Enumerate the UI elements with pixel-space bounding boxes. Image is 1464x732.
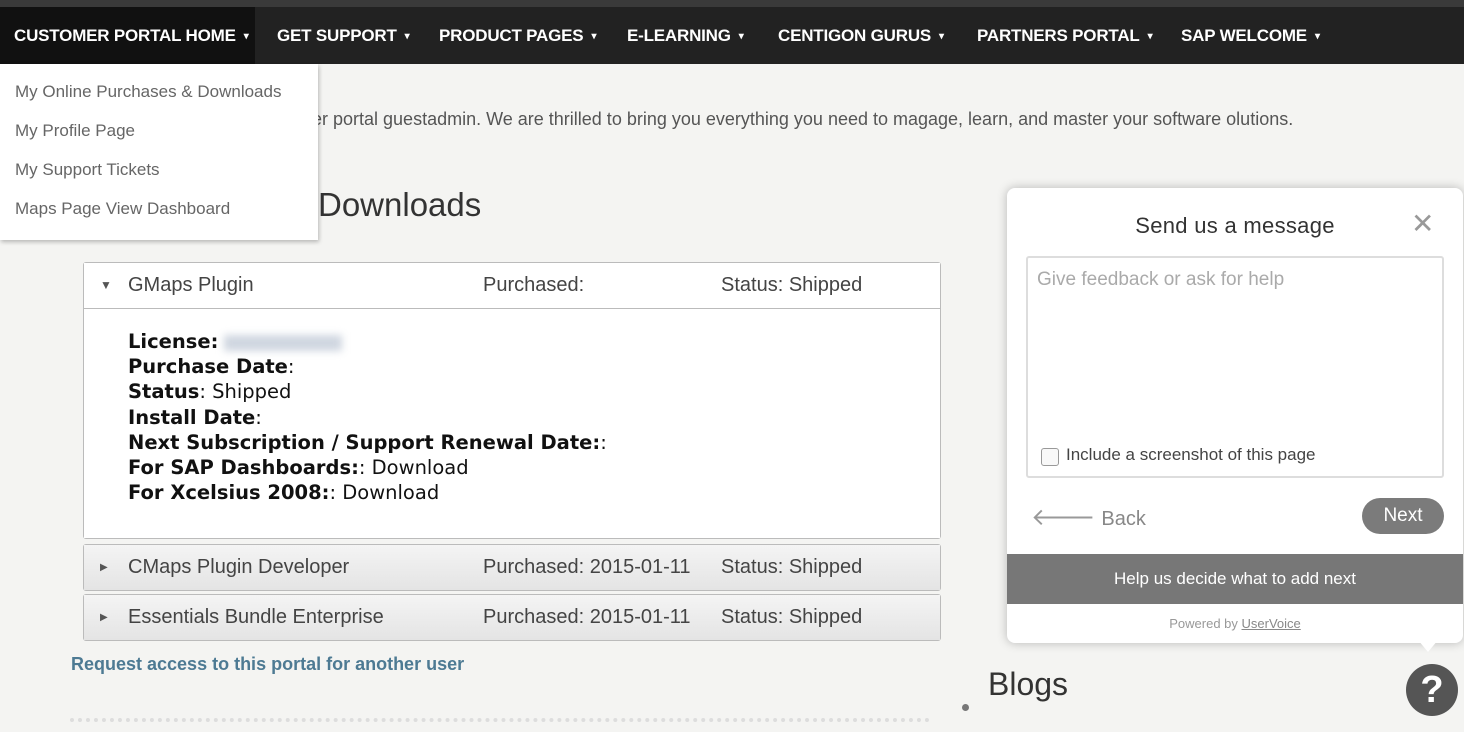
purchased-date: Purchased: [483, 274, 585, 296]
nav-label: E-LEARNING [627, 26, 731, 45]
nav-label: CENTIGON GURUS [778, 26, 932, 45]
nav-centigon-gurus[interactable]: CENTIGON GURUS ▾ [764, 7, 958, 64]
feedback-textarea[interactable]: Give feedback or ask for help Include a … [1026, 256, 1444, 478]
chevron-down-icon: ▾ [1147, 31, 1153, 42]
nav-top-stripe [0, 0, 1464, 7]
triangle-right-icon: ▶ [100, 562, 108, 573]
renewal-label: Next Subscription / Support Renewal Date… [128, 430, 601, 454]
close-icon[interactable]: ✕ [1411, 210, 1434, 238]
purchase-item-essentials-bundle: ▶ Essentials Bundle Enterprise Purchased… [83, 594, 941, 641]
status-text: Status: Shipped [721, 556, 863, 578]
sap-label: For SAP Dashboards: [128, 456, 359, 480]
dropdown-item-support-tickets[interactable]: My Support Tickets [15, 160, 160, 180]
top-navigation: CUSTOMER PORTAL HOME ▾ GET SUPPORT ▾ PRODU… [0, 0, 1464, 64]
renewal-row: Next Subscription / Support Renewal Date… [128, 430, 607, 454]
chevron-down-icon: ▾ [1314, 31, 1320, 42]
powered-by-text: Powered by [1169, 616, 1238, 631]
accordion-body: License: Purchase Date: Status: Shipped … [84, 309, 940, 538]
license-row: License: [128, 329, 607, 354]
license-label: License: [128, 330, 219, 353]
nav-label: CUSTOMER PORTAL HOME [14, 26, 236, 45]
chevron-down-icon: ▾ [243, 31, 249, 42]
uservoice-link[interactable]: UserVoice [1242, 616, 1301, 631]
dropdown-item-purchases[interactable]: My Online Purchases & Downloads [15, 82, 281, 102]
license-key-blurred [224, 334, 343, 351]
question-icon[interactable]: ? [1406, 664, 1458, 716]
chevron-down-icon: ▾ [939, 31, 944, 42]
nav-sap-welcome[interactable]: SAP WELCOME ▾ [1167, 7, 1334, 64]
accordion-header[interactable]: ▼ GMaps Plugin Purchased: Status: Shippe… [84, 263, 940, 309]
license-details: License: Purchase Date: Status: Shipped … [128, 329, 607, 505]
arrow-left-icon: 🡐 [1031, 504, 1096, 531]
nav-label: PRODUCT PAGES [439, 26, 584, 45]
install-date-row: Install Date: [128, 405, 262, 429]
nav-label: SAP WELCOME [1181, 26, 1307, 45]
back-button[interactable]: 🡐 Back [1031, 502, 1146, 532]
status-label: Status [128, 380, 200, 404]
triangle-down-icon: ▼ [100, 278, 112, 292]
sap-download-link[interactable]: Download [372, 456, 469, 479]
nav-product-pages[interactable]: PRODUCT PAGES ▾ [425, 7, 610, 64]
screenshot-checkbox[interactable] [1041, 448, 1059, 466]
feedback-widget: Send us a message ✕ Give feedback or ask… [1007, 188, 1463, 643]
feedback-placeholder: Give feedback or ask for help [1037, 269, 1285, 290]
back-label: Back [1101, 508, 1146, 530]
status-value: Shipped [212, 380, 292, 404]
blogs-heading: Blogs [988, 666, 1069, 702]
product-name: GMaps Plugin [128, 274, 254, 296]
chevron-down-icon: ▾ [591, 31, 597, 42]
nav-partners-portal[interactable]: PARTNERS PORTAL ▾ [963, 7, 1166, 64]
dropdown-item-maps-dashboard[interactable]: Maps Page View Dashboard [15, 199, 230, 219]
triangle-right-icon: ▶ [100, 612, 108, 623]
status-text: Status: Shipped [721, 274, 863, 296]
purchased-date: Purchased: 2015-01-11 [483, 556, 691, 578]
product-name: CMaps Plugin Developer [128, 556, 350, 578]
xcelsius-download-row: For Xcelsius 2008:: Download [128, 481, 440, 505]
screenshot-checkbox-label[interactable]: Include a screenshot of this page [1066, 445, 1316, 465]
welcome-text-content: er portal guestadmin. We are thrilled to… [312, 109, 1294, 129]
status-row: Status: Shipped [128, 380, 292, 404]
help-decide-bar[interactable]: Help us decide what to add next [1007, 554, 1463, 604]
install-date-label: Install Date [128, 405, 256, 429]
accordion-header[interactable]: ▶ CMaps Plugin Developer Purchased: 2015… [84, 545, 940, 590]
xcelsius-label: For Xcelsius 2008: [128, 481, 330, 505]
nav-customer-portal-home[interactable]: CUSTOMER PORTAL HOME ▾ [0, 7, 255, 64]
portal-home-dropdown: My Online Purchases & Downloads My Profi… [0, 64, 318, 240]
request-access-link[interactable]: Request access to this portal for anothe… [71, 654, 464, 675]
widget-pointer [1418, 640, 1438, 652]
xcelsius-download-link[interactable]: Download [342, 481, 439, 504]
purchase-date-label: Purchase Date [128, 355, 288, 379]
nav-label: GET SUPPORT [277, 26, 397, 45]
accordion-header[interactable]: ▶ Essentials Bundle Enterprise Purchased… [84, 595, 940, 640]
nav-e-learning[interactable]: E-LEARNING ▾ [613, 7, 758, 64]
divider [70, 718, 930, 722]
section-title-text: Downloads [318, 186, 482, 223]
nav-get-support[interactable]: GET SUPPORT ▾ [263, 7, 423, 64]
purchase-date-row: Purchase Date: [128, 355, 295, 379]
sap-download-row: For SAP Dashboards:: Download [128, 456, 469, 480]
purchased-date: Purchased: 2015-01-11 [483, 606, 691, 628]
chevron-down-icon: ▾ [404, 31, 410, 42]
chevron-down-icon: ▾ [738, 31, 744, 42]
widget-title: Send us a message [1135, 213, 1335, 238]
nav-label: PARTNERS PORTAL [977, 26, 1140, 45]
product-name: Essentials Bundle Enterprise [128, 606, 384, 628]
dropdown-item-profile[interactable]: My Profile Page [15, 121, 135, 141]
status-text: Status: Shipped [721, 606, 863, 628]
next-button[interactable]: Next [1362, 498, 1444, 534]
purchase-item-cmaps-developer: ▶ CMaps Plugin Developer Purchased: 2015… [83, 544, 941, 591]
bullet-dot [962, 704, 969, 711]
powered-by: Powered by UserVoice [1007, 616, 1463, 631]
purchase-item-gmaps: ▼ GMaps Plugin Purchased: Status: Shippe… [83, 262, 941, 539]
